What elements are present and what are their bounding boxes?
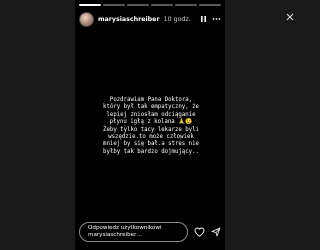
close-icon[interactable] [286, 6, 294, 25]
more-options-icon[interactable] [212, 17, 221, 21]
send-icon[interactable] [211, 227, 221, 237]
story-footer: Odpowiedz użytkownikowi marysiaschreiber… [79, 221, 221, 243]
progress-segment [199, 4, 221, 6]
progress-segment [127, 4, 149, 6]
story-progress-bar [79, 4, 221, 6]
timestamp: 10 godz. [163, 15, 191, 23]
story-header: marysiaschreiber 10 godz. [79, 9, 221, 29]
avatar[interactable] [79, 11, 94, 27]
heart-icon[interactable] [194, 227, 205, 237]
reply-input[interactable]: Odpowiedz użytkownikowi marysiaschreiber… [79, 222, 188, 242]
pause-icon[interactable] [200, 15, 207, 23]
instagram-story-viewer: { "story": { "username": "marysiaschreib… [0, 0, 300, 250]
story-card[interactable]: marysiaschreiber 10 godz. Pozdrawiam Pan… [75, 0, 225, 250]
reply-placeholder: Odpowiedz użytkownikowi marysiaschreiber… [88, 225, 162, 238]
progress-segment [175, 4, 197, 6]
progress-segment [79, 4, 101, 6]
progress-segment [151, 4, 173, 6]
progress-segment [103, 4, 125, 6]
story-caption-text: Pozdrawiam Pana Doktora, który był tak e… [103, 97, 199, 155]
username[interactable]: marysiaschreiber [98, 16, 160, 23]
